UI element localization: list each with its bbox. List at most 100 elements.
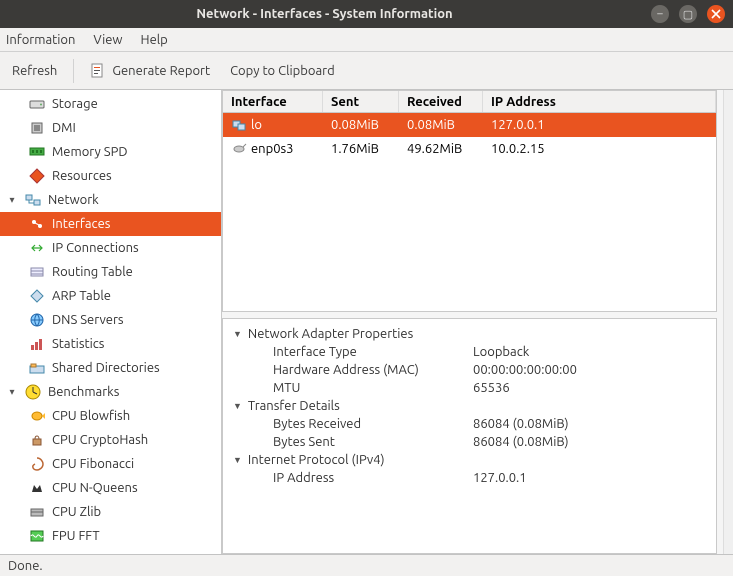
right-scrollbar[interactable]: [723, 90, 733, 554]
header-interface[interactable]: Interface: [223, 91, 323, 112]
sidebar-item-cpu-zlib[interactable]: CPU Zlib: [0, 500, 221, 524]
detail-key: Hardware Address (MAC): [273, 363, 473, 377]
tree-label: Storage: [52, 97, 98, 111]
menu-help[interactable]: Help: [141, 33, 168, 47]
shared-icon: [28, 360, 46, 376]
sidebar-item-memory-spd[interactable]: Memory SPD: [0, 140, 221, 164]
ip-conn-icon: [28, 240, 46, 256]
triangle-down-icon: ▼: [233, 401, 242, 411]
statusbar: Done.: [0, 554, 733, 576]
sidebar-item-cpu-n-queens[interactable]: CPU N-Queens: [0, 476, 221, 500]
main-area: Storage DMI Memory SPD Resources ▾ Network Int…: [0, 90, 733, 554]
sidebar-item-statistics[interactable]: Statistics: [0, 332, 221, 356]
routing-icon: [28, 264, 46, 280]
cell-interface: lo: [251, 118, 262, 132]
interfaces-table: Interface Sent Received IP Address lo 0.…: [222, 90, 717, 312]
tree-label: Routing Table: [52, 265, 133, 279]
tree-label: Resources: [52, 169, 112, 183]
dns-icon: [28, 312, 46, 328]
tree-label: CPU Zlib: [52, 505, 101, 519]
loopback-icon: [231, 117, 247, 133]
tree-label: Benchmarks: [48, 385, 119, 399]
interfaces-icon: [28, 216, 46, 232]
drive-icon: [28, 96, 46, 112]
header-ip[interactable]: IP Address: [483, 91, 716, 112]
copy-clipboard-button[interactable]: Copy to Clipboard: [226, 61, 339, 81]
detail-section-header[interactable]: ▼Internet Protocol (IPv4): [233, 451, 716, 469]
detail-row: Bytes Received86084 (0.08MiB): [233, 415, 716, 433]
generate-report-label: Generate Report: [112, 64, 210, 78]
detail-section-header[interactable]: ▼ Network Adapter Properties: [233, 325, 716, 343]
section-title: Network Adapter Properties: [248, 327, 413, 341]
cell-sent: 1.76MiB: [323, 142, 399, 156]
sidebar-item-fpu-fft[interactable]: FPU FFT: [0, 524, 221, 548]
detail-key: Bytes Received: [273, 417, 473, 431]
close-button[interactable]: [707, 5, 725, 23]
section-title: Internet Protocol (IPv4): [248, 453, 385, 467]
expander-icon[interactable]: ▾: [6, 194, 18, 206]
sidebar-item-cpu-cryptohash[interactable]: CPU CryptoHash: [0, 428, 221, 452]
sidebar-item-arp-table[interactable]: ARP Table: [0, 284, 221, 308]
table-row[interactable]: lo 0.08MiB 0.08MiB 127.0.0.1: [223, 113, 716, 137]
cell-ip: 10.0.2.15: [483, 142, 716, 156]
sidebar-item-cpu-fibonacci[interactable]: CPU Fibonacci: [0, 452, 221, 476]
ethernet-icon: [231, 141, 247, 157]
cell-sent: 0.08MiB: [323, 118, 399, 132]
tree-label: CPU CryptoHash: [52, 433, 148, 447]
tree-label: Memory SPD: [52, 145, 128, 159]
detail-section: ▼Internet Protocol (IPv4)IP Address127.0…: [223, 451, 716, 487]
sidebar-tree[interactable]: Storage DMI Memory SPD Resources ▾ Network Int…: [0, 90, 222, 554]
sidebar-item-benchmarks[interactable]: ▾ Benchmarks: [0, 380, 221, 404]
chip-icon: [28, 120, 46, 136]
detail-value: Loopback: [473, 345, 529, 359]
report-icon: [90, 63, 106, 79]
fib-icon: [28, 456, 46, 472]
detail-section-header[interactable]: ▼ Transfer Details: [233, 397, 716, 415]
queens-icon: [28, 480, 46, 496]
details-panel: ▼Network Adapter PropertiesInterface Typ…: [222, 318, 717, 554]
tree-label: Interfaces: [52, 217, 110, 231]
menubar: Information View Help: [0, 28, 733, 52]
expander-icon[interactable]: ▾: [6, 386, 18, 398]
table-row[interactable]: enp0s3 1.76MiB 49.62MiB 10.0.2.15: [223, 137, 716, 161]
header-received[interactable]: Received: [399, 91, 483, 112]
zlib-icon: [28, 504, 46, 520]
detail-value: 86084 (0.08MiB): [473, 435, 569, 449]
sidebar-item-shared-directories[interactable]: Shared Directories: [0, 356, 221, 380]
section-title: Transfer Details: [248, 399, 340, 413]
triangle-down-icon: ▼: [233, 329, 242, 339]
detail-key: Bytes Sent: [273, 435, 473, 449]
detail-key: MTU: [273, 381, 473, 395]
detail-key: IP Address: [273, 471, 473, 485]
detail-value: 127.0.0.1: [473, 471, 527, 485]
stats-icon: [28, 336, 46, 352]
sidebar-item-resources[interactable]: Resources: [0, 164, 221, 188]
menu-view[interactable]: View: [93, 33, 122, 47]
tree-label: CPU N-Queens: [52, 481, 138, 495]
status-text: Done.: [8, 559, 43, 573]
sidebar-item-dns-servers[interactable]: DNS Servers: [0, 308, 221, 332]
sidebar-item-dmi[interactable]: DMI: [0, 116, 221, 140]
sidebar-item-ip-connections[interactable]: IP Connections: [0, 236, 221, 260]
detail-row: MTU65536: [233, 379, 716, 397]
sidebar-item-storage[interactable]: Storage: [0, 92, 221, 116]
tree-label: DMI: [52, 121, 76, 135]
generate-report-button[interactable]: Generate Report: [86, 60, 214, 82]
tree-label: Network: [48, 193, 99, 207]
sidebar-item-interfaces[interactable]: Interfaces: [0, 212, 221, 236]
resources-icon: [28, 168, 46, 184]
minimize-button[interactable]: –: [651, 5, 669, 23]
sidebar-item-cpu-blowfish[interactable]: CPU Blowfish: [0, 404, 221, 428]
sidebar-item-routing-table[interactable]: Routing Table: [0, 260, 221, 284]
cell-interface: enp0s3: [251, 142, 294, 156]
refresh-button[interactable]: Refresh: [8, 61, 61, 81]
refresh-label: Refresh: [12, 64, 57, 78]
menu-information[interactable]: Information: [6, 33, 75, 47]
header-sent[interactable]: Sent: [323, 91, 399, 112]
sidebar-item-network[interactable]: ▾ Network: [0, 188, 221, 212]
detail-section: ▼Network Adapter PropertiesInterface Typ…: [223, 325, 716, 397]
maximize-button[interactable]: ▢: [679, 5, 697, 23]
tree-label: Statistics: [52, 337, 104, 351]
benchmarks-icon: [24, 384, 42, 400]
detail-row: IP Address127.0.0.1: [233, 469, 716, 487]
